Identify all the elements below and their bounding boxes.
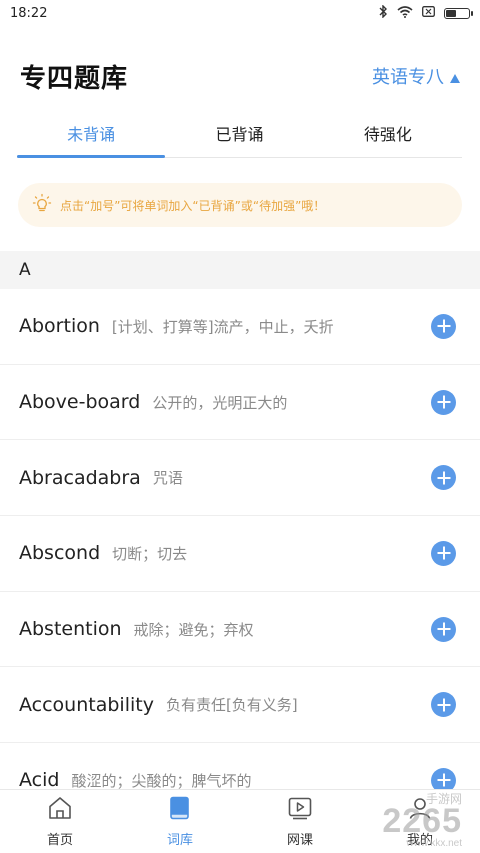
word-term: Abortion [19, 315, 100, 338]
home-icon [47, 795, 73, 825]
word-meaning: 公开的，光明正大的 [152, 393, 288, 412]
wifi-icon [397, 5, 413, 21]
word-row[interactable]: Abscond 切断；切去 [0, 516, 480, 592]
status-icons [378, 4, 473, 21]
page-title: 专四题库 [20, 63, 129, 94]
bottom-nav: 首页 词库 网课 我的 [0, 789, 480, 853]
nav-home[interactable]: 首页 [0, 790, 120, 853]
word-term: Abscond [19, 542, 101, 565]
header: 专四题库 英语专八 [20, 56, 460, 96]
add-word-button[interactable] [431, 313, 456, 339]
word-meaning: [计划、打算等]流产，中止，夭折 [111, 317, 334, 336]
tab-to-strengthen[interactable]: 待强化 [314, 108, 462, 157]
level-selector-label: 英语专八 [372, 67, 444, 88]
tab-unmemorized[interactable]: 未背诵 [17, 108, 166, 158]
section-letter: A [19, 260, 31, 280]
profile-icon [407, 795, 433, 825]
word-row[interactable]: Abortion [计划、打算等]流产，中止，夭折 [0, 289, 480, 365]
nav-profile[interactable]: 我的 [360, 790, 480, 853]
tab-label: 待强化 [363, 124, 412, 144]
word-term: Abracadabra [19, 466, 141, 489]
status-bar: 18:22 [0, 0, 480, 26]
add-word-button[interactable] [431, 389, 456, 415]
word-row[interactable]: Accountability 负有责任[负有义务] [0, 667, 480, 744]
word-list: Abortion [计划、打算等]流产，中止，夭折 Above-board 公开… [0, 289, 480, 819]
nav-label: 我的 [406, 833, 433, 848]
sim-icon [422, 6, 435, 20]
nav-label: 网课 [286, 833, 313, 848]
word-row[interactable]: Above-board 公开的，光明正大的 [0, 365, 480, 441]
nav-word-bank[interactable]: 词库 [120, 790, 240, 853]
video-icon [287, 795, 313, 825]
book-icon [167, 795, 193, 825]
tab-label: 已背诵 [215, 124, 264, 144]
bluetooth-icon [378, 4, 388, 21]
word-term: Abstention [19, 618, 122, 641]
tip-text: 点击“加号”可将单词加入“已背诵”或“待加强”哦！ [60, 198, 326, 213]
tab-label: 未背诵 [67, 124, 116, 144]
tab-bar: 未背诵 已背诵 待强化 [17, 108, 462, 158]
word-meaning: 切断；切去 [112, 544, 188, 563]
word-meaning: 戒除；避免；弃权 [133, 620, 254, 639]
level-selector[interactable]: 英语专八 [372, 63, 460, 89]
nav-online-course[interactable]: 网课 [240, 790, 360, 853]
app-screen: 18:22 专四题库 英语专八 未背诵 已背诵 待强化 点击“加号”可将单词加入… [0, 0, 480, 853]
lightbulb-icon [32, 193, 52, 217]
word-term: Above-board [19, 391, 141, 414]
battery-icon [444, 7, 473, 19]
tab-memorized[interactable]: 已背诵 [165, 108, 313, 157]
nav-label: 词库 [166, 833, 193, 848]
add-word-button[interactable] [431, 465, 456, 491]
section-header: A [0, 251, 480, 289]
add-word-button[interactable] [431, 540, 456, 566]
word-meaning: 负有责任[负有义务] [165, 696, 298, 715]
word-term: Accountability [19, 693, 154, 716]
status-time: 18:22 [10, 5, 48, 21]
add-word-button[interactable] [431, 616, 456, 642]
word-row[interactable]: Abracadabra 咒语 [0, 440, 480, 517]
word-row[interactable]: Abstention 戒除；避免；弃权 [0, 592, 480, 668]
tip-banner: 点击“加号”可将单词加入“已背诵”或“待加强”哦！ [18, 183, 462, 227]
add-word-button[interactable] [431, 692, 456, 718]
battery-level [446, 9, 456, 17]
dropdown-triangle-icon [450, 73, 460, 83]
nav-label: 首页 [46, 833, 73, 848]
word-meaning: 咒语 [152, 469, 183, 488]
word-meaning: 酸涩的；尖酸的；脾气坏的 [71, 771, 252, 790]
